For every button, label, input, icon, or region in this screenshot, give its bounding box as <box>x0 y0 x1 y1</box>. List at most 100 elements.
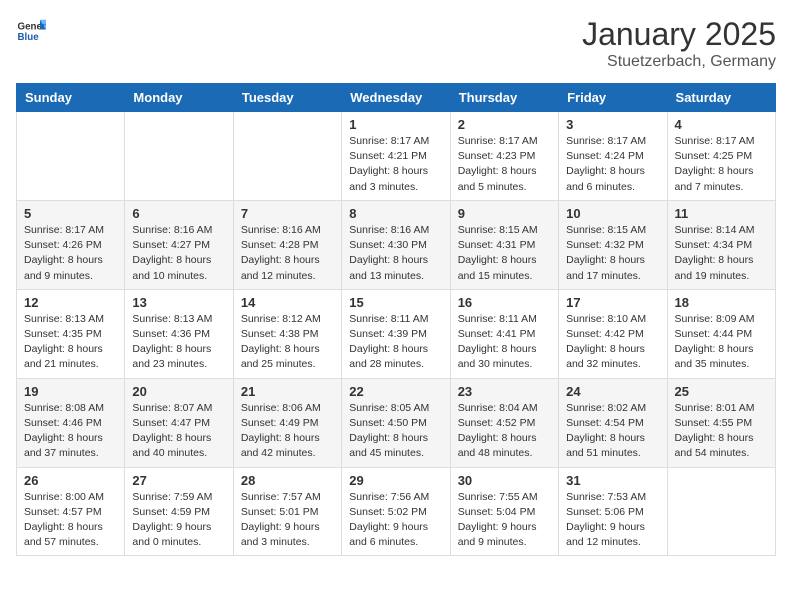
week-row-3: 12 Sunrise: 8:13 AM Sunset: 4:35 PM Dayli… <box>17 289 776 378</box>
day-cell-11: 11Sunrise: 8:14 AM Sunset: 4:34 PM Dayli… <box>667 200 775 289</box>
logo: General Blue <box>16 16 46 46</box>
day-info: Sunrise: 7:56 AM Sunset: 5:02 PM Dayligh… <box>349 490 442 551</box>
day-cell-22: 22Sunrise: 8:05 AM Sunset: 4:50 PM Dayli… <box>342 378 450 467</box>
day-number: 15 <box>349 295 442 310</box>
day-cell-12: 12 Sunrise: 8:13 AM Sunset: 4:35 PM Dayli… <box>17 289 125 378</box>
day-number: 14 <box>241 295 334 310</box>
day-number: 1 <box>349 117 442 132</box>
day-cell-26: 26Sunrise: 8:00 AM Sunset: 4:57 PM Dayli… <box>17 467 125 556</box>
empty-cell <box>233 112 341 201</box>
day-cell-17: 17Sunrise: 8:10 AM Sunset: 4:42 PM Dayli… <box>559 289 667 378</box>
day-cell-29: 29 Sunrise: 7:56 AM Sunset: 5:02 PM Dayli… <box>342 467 450 556</box>
week-row-2: 5Sunrise: 8:17 AM Sunset: 4:26 PM Daylig… <box>17 200 776 289</box>
week-row-1: 1 Sunrise: 8:17 AM Sunset: 4:21 PM Daylig… <box>17 112 776 201</box>
svg-text:Blue: Blue <box>18 32 40 43</box>
day-info: Sunrise: 8:09 AM Sunset: 4:44 PM Dayligh… <box>675 312 768 373</box>
day-number: 9 <box>458 206 551 221</box>
day-info: Sunrise: 7:53 AM Sunset: 5:06 PM Dayligh… <box>566 490 659 551</box>
day-cell-15: 15 Sunrise: 8:11 AM Sunset: 4:39 PM Dayli… <box>342 289 450 378</box>
weekday-header-friday: Friday <box>559 84 667 112</box>
day-cell-1: 1 Sunrise: 8:17 AM Sunset: 4:21 PM Daylig… <box>342 112 450 201</box>
day-cell-2: 2 Sunrise: 8:17 AM Sunset: 4:23 PM Daylig… <box>450 112 558 201</box>
day-number: 2 <box>458 117 551 132</box>
month-title: January 2025 <box>582 16 776 53</box>
day-info: Sunrise: 8:04 AM Sunset: 4:52 PM Dayligh… <box>458 401 551 462</box>
day-cell-19: 19 Sunrise: 8:08 AM Sunset: 4:46 PM Dayli… <box>17 378 125 467</box>
day-cell-10: 10 Sunrise: 8:15 AM Sunset: 4:32 PM Dayli… <box>559 200 667 289</box>
day-info: Sunrise: 8:13 AM Sunset: 4:36 PM Dayligh… <box>132 312 225 373</box>
day-number: 22 <box>349 384 442 399</box>
day-cell-8: 8Sunrise: 8:16 AM Sunset: 4:30 PM Daylig… <box>342 200 450 289</box>
day-number: 25 <box>675 384 768 399</box>
day-number: 24 <box>566 384 659 399</box>
day-number: 29 <box>349 473 442 488</box>
day-cell-6: 6Sunrise: 8:16 AM Sunset: 4:27 PM Daylig… <box>125 200 233 289</box>
day-number: 27 <box>132 473 225 488</box>
day-info: Sunrise: 8:11 AM Sunset: 4:39 PM Dayligh… <box>349 312 442 373</box>
day-info: Sunrise: 8:02 AM Sunset: 4:54 PM Dayligh… <box>566 401 659 462</box>
title-block: January 2025 Stuetzerbach, Germany <box>582 16 776 71</box>
day-info: Sunrise: 8:00 AM Sunset: 4:57 PM Dayligh… <box>24 490 117 551</box>
day-info: Sunrise: 8:15 AM Sunset: 4:31 PM Dayligh… <box>458 223 551 284</box>
day-cell-23: 23 Sunrise: 8:04 AM Sunset: 4:52 PM Dayli… <box>450 378 558 467</box>
weekday-header-wednesday: Wednesday <box>342 84 450 112</box>
day-cell-7: 7Sunrise: 8:16 AM Sunset: 4:28 PM Daylig… <box>233 200 341 289</box>
weekday-header-row: SundayMondayTuesdayWednesdayThursdayFrid… <box>17 84 776 112</box>
location-title: Stuetzerbach, Germany <box>582 53 776 71</box>
day-info: Sunrise: 8:07 AM Sunset: 4:47 PM Dayligh… <box>132 401 225 462</box>
day-cell-14: 14Sunrise: 8:12 AM Sunset: 4:38 PM Dayli… <box>233 289 341 378</box>
day-info: Sunrise: 8:13 AM Sunset: 4:35 PM Dayligh… <box>24 312 117 373</box>
weekday-header-monday: Monday <box>125 84 233 112</box>
day-number: 4 <box>675 117 768 132</box>
day-info: Sunrise: 8:16 AM Sunset: 4:27 PM Dayligh… <box>132 223 225 284</box>
day-number: 23 <box>458 384 551 399</box>
day-cell-25: 25Sunrise: 8:01 AM Sunset: 4:55 PM Dayli… <box>667 378 775 467</box>
day-cell-3: 3Sunrise: 8:17 AM Sunset: 4:24 PM Daylig… <box>559 112 667 201</box>
day-cell-31: 31 Sunrise: 7:53 AM Sunset: 5:06 PM Dayli… <box>559 467 667 556</box>
day-number: 28 <box>241 473 334 488</box>
page-header: General Blue January 2025 Stuetzerbach, … <box>16 16 776 71</box>
day-info: Sunrise: 8:15 AM Sunset: 4:32 PM Dayligh… <box>566 223 659 284</box>
day-number: 31 <box>566 473 659 488</box>
day-info: Sunrise: 7:55 AM Sunset: 5:04 PM Dayligh… <box>458 490 551 551</box>
day-cell-27: 27 Sunrise: 7:59 AM Sunset: 4:59 PM Dayli… <box>125 467 233 556</box>
day-number: 19 <box>24 384 117 399</box>
day-cell-16: 16Sunrise: 8:11 AM Sunset: 4:41 PM Dayli… <box>450 289 558 378</box>
day-info: Sunrise: 8:08 AM Sunset: 4:46 PM Dayligh… <box>24 401 117 462</box>
week-row-5: 26Sunrise: 8:00 AM Sunset: 4:57 PM Dayli… <box>17 467 776 556</box>
day-number: 10 <box>566 206 659 221</box>
day-number: 3 <box>566 117 659 132</box>
day-number: 12 <box>24 295 117 310</box>
logo-icon: General Blue <box>16 16 46 46</box>
day-cell-4: 4 Sunrise: 8:17 AM Sunset: 4:25 PM Daylig… <box>667 112 775 201</box>
day-info: Sunrise: 7:59 AM Sunset: 4:59 PM Dayligh… <box>132 490 225 551</box>
day-cell-28: 28 Sunrise: 7:57 AM Sunset: 5:01 PM Dayli… <box>233 467 341 556</box>
day-info: Sunrise: 7:57 AM Sunset: 5:01 PM Dayligh… <box>241 490 334 551</box>
day-cell-24: 24 Sunrise: 8:02 AM Sunset: 4:54 PM Dayli… <box>559 378 667 467</box>
day-info: Sunrise: 8:17 AM Sunset: 4:23 PM Dayligh… <box>458 134 551 195</box>
empty-cell <box>667 467 775 556</box>
empty-cell <box>17 112 125 201</box>
weekday-header-thursday: Thursday <box>450 84 558 112</box>
day-info: Sunrise: 8:14 AM Sunset: 4:34 PM Dayligh… <box>675 223 768 284</box>
week-row-4: 19 Sunrise: 8:08 AM Sunset: 4:46 PM Dayli… <box>17 378 776 467</box>
empty-cell <box>125 112 233 201</box>
day-cell-30: 30 Sunrise: 7:55 AM Sunset: 5:04 PM Dayli… <box>450 467 558 556</box>
day-cell-9: 9 Sunrise: 8:15 AM Sunset: 4:31 PM Daylig… <box>450 200 558 289</box>
day-info: Sunrise: 8:17 AM Sunset: 4:25 PM Dayligh… <box>675 134 768 195</box>
day-number: 30 <box>458 473 551 488</box>
day-number: 7 <box>241 206 334 221</box>
day-info: Sunrise: 8:17 AM Sunset: 4:26 PM Dayligh… <box>24 223 117 284</box>
day-cell-18: 18 Sunrise: 8:09 AM Sunset: 4:44 PM Dayli… <box>667 289 775 378</box>
day-info: Sunrise: 8:17 AM Sunset: 4:21 PM Dayligh… <box>349 134 442 195</box>
day-number: 13 <box>132 295 225 310</box>
day-cell-5: 5Sunrise: 8:17 AM Sunset: 4:26 PM Daylig… <box>17 200 125 289</box>
day-cell-20: 20Sunrise: 8:07 AM Sunset: 4:47 PM Dayli… <box>125 378 233 467</box>
weekday-header-tuesday: Tuesday <box>233 84 341 112</box>
day-cell-21: 21Sunrise: 8:06 AM Sunset: 4:49 PM Dayli… <box>233 378 341 467</box>
day-number: 17 <box>566 295 659 310</box>
day-number: 18 <box>675 295 768 310</box>
weekday-header-sunday: Sunday <box>17 84 125 112</box>
day-info: Sunrise: 8:11 AM Sunset: 4:41 PM Dayligh… <box>458 312 551 373</box>
day-info: Sunrise: 8:16 AM Sunset: 4:30 PM Dayligh… <box>349 223 442 284</box>
